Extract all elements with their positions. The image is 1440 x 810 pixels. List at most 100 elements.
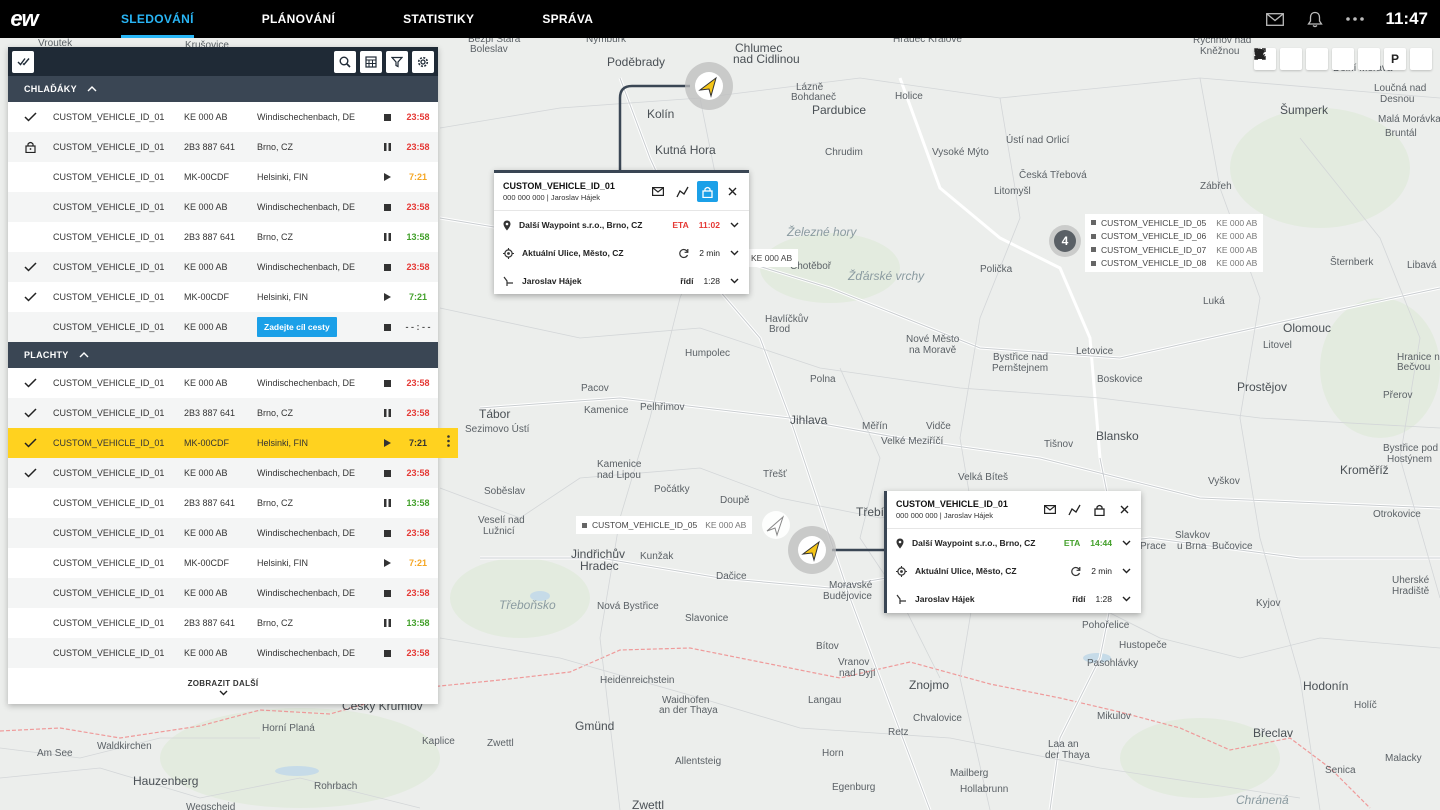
lock-icon[interactable] — [1089, 499, 1110, 520]
vehicle-row[interactable]: CUSTOM_VEHICLE_ID_01 MK-00CDF Helsinki, FI… — [8, 282, 438, 312]
settings-gear-icon[interactable] — [412, 50, 434, 73]
cluster-item[interactable]: CUSTOM_VEHICLE_ID_08 KE 000 AB — [1091, 257, 1257, 271]
map-vehicle-plate: KE 000 AB — [751, 253, 793, 263]
fuel-icon[interactable] — [1255, 48, 1380, 70]
nav-tab-planovani[interactable]: PLÁNOVÁNÍ — [262, 0, 335, 38]
bell-icon[interactable] — [1295, 0, 1335, 38]
message-icon[interactable] — [647, 181, 668, 202]
popup-header: CUSTOM_VEHICLE_ID_01 000 000 000 | Jaros… — [494, 173, 749, 211]
vehicle-row[interactable]: CUSTOM_VEHICLE_ID_01 KE 000 AB Windischech… — [8, 102, 438, 132]
vehicle-plate: MK-00CDF — [184, 438, 230, 448]
filter-icon[interactable] — [386, 50, 408, 73]
nav-tab-sprava[interactable]: SPRÁVA — [542, 0, 593, 38]
vehicle-row[interactable]: CUSTOM_VEHICLE_ID_01 KE 000 AB Windischech… — [8, 368, 438, 398]
chevron-down-icon[interactable] — [1122, 596, 1131, 602]
vehicle-05-id: CUSTOM_VEHICLE_ID_05 — [592, 520, 698, 530]
play-icon — [371, 559, 403, 567]
vehicle-id: CUSTOM_VEHICLE_ID_01 — [53, 498, 165, 508]
popup-street-row[interactable]: Aktuální Ulice, Město, CZ 2 min — [494, 239, 749, 267]
map-vehicle-05-tag[interactable]: CUSTOM_VEHICLE_ID_05 KE 000 AB — [576, 516, 753, 534]
group-header[interactable]: CHLAĎÁKY — [8, 76, 438, 102]
cluster-item[interactable]: CUSTOM_VEHICLE_ID_07 KE 000 AB — [1091, 243, 1257, 257]
cluster-count[interactable]: 4 — [1054, 232, 1076, 250]
vehicle-row[interactable]: CUSTOM_VEHICLE_ID_01 2B3 887 641 Brno, CZ 1… — [8, 488, 438, 518]
vehicle-row[interactable]: CUSTOM_VEHICLE_ID_01 2B3 887 641 Brno, CZ 2… — [8, 398, 438, 428]
map-town-label: Luká — [1203, 296, 1225, 307]
map-town-label: Senica — [1325, 765, 1356, 776]
vehicle-row[interactable]: CUSTOM_VEHICLE_ID_01 KE 000 AB Windischech… — [8, 192, 438, 222]
map-town-label: Kutná Hora — [655, 143, 716, 157]
map-town-label: Humpolec — [685, 348, 731, 359]
close-icon[interactable] — [1114, 499, 1135, 520]
chevron-down-icon[interactable] — [1122, 568, 1131, 574]
select-all-icon[interactable] — [12, 50, 34, 73]
route-icon[interactable] — [672, 181, 693, 202]
row-more-icon[interactable] — [447, 435, 450, 449]
chevron-down-icon[interactable] — [730, 250, 739, 256]
group-header[interactable]: PLACHTY — [8, 342, 438, 368]
map-town-label: Poděbrady — [607, 55, 666, 69]
vehicle-location: Brno, CZ — [257, 408, 294, 418]
pause-icon — [371, 409, 403, 417]
popup-waypoint-row[interactable]: Další Waypoint s.r.o., Brno, CZ ETA 14:4… — [887, 529, 1141, 557]
show-more-button[interactable]: ZOBRAZIT DALŠÍ — [8, 679, 438, 698]
refresh-icon[interactable] — [1070, 566, 1081, 577]
check-icon — [8, 262, 53, 272]
route-icon[interactable] — [1064, 499, 1085, 520]
popup-driver-row[interactable]: Jaroslav Hájek řídí 1:28 — [887, 585, 1141, 613]
parking-icon[interactable]: P — [1384, 48, 1406, 70]
app-logo[interactable]: ew — [0, 0, 48, 38]
popup-street-row[interactable]: Aktuální Ulice, Město, CZ 2 min — [887, 557, 1141, 585]
cluster-icon[interactable] — [1255, 48, 1354, 70]
map-vehicle-plate-tag[interactable]: KE 000 AB — [745, 249, 799, 267]
cluster-item[interactable]: CUSTOM_VEHICLE_ID_06 KE 000 AB — [1091, 230, 1257, 244]
panel-toolbar — [8, 47, 438, 76]
location-pin-icon — [896, 538, 904, 548]
vehicle-row[interactable]: CUSTOM_VEHICLE_ID_01 KE 000 AB Windischech… — [8, 458, 438, 488]
vehicle-row[interactable]: CUSTOM_VEHICLE_ID_01 2B3 887 641 Brno, CZ 1… — [8, 608, 438, 638]
chevron-down-icon[interactable] — [730, 278, 739, 284]
vehicle-row[interactable]: CUSTOM_VEHICLE_ID_01 KE 000 AB Windischech… — [8, 578, 438, 608]
vehicle-row[interactable]: CUSTOM_VEHICLE_ID_01 MK-00CDF Helsinki, FI… — [8, 548, 438, 578]
close-icon[interactable] — [722, 181, 743, 202]
map-town-label: Pacov — [581, 383, 609, 394]
vehicle-row[interactable]: CUSTOM_VEHICLE_ID_01 KE 000 AB Windischech… — [8, 252, 438, 282]
refresh-icon[interactable] — [678, 248, 689, 259]
calendar-icon[interactable] — [360, 50, 382, 73]
chevron-down-icon — [219, 690, 227, 696]
vehicle-05-plate: KE 000 AB — [705, 520, 747, 530]
list-search-icon[interactable] — [334, 50, 356, 73]
nav-tab-sledovani[interactable]: SLEDOVÁNÍ — [121, 0, 194, 38]
location-pin-icon — [503, 220, 511, 230]
lock-icon[interactable] — [697, 181, 718, 202]
mail-icon[interactable] — [1255, 0, 1295, 38]
vehicle-row[interactable]: CUSTOM_VEHICLE_ID_01 KE 000 AB Windischech… — [8, 638, 438, 668]
map-town-label: Měřín — [862, 421, 888, 432]
vehicle-time: 23:58 — [406, 528, 430, 538]
pin-icon[interactable] — [1255, 48, 1328, 70]
vehicle-row[interactable]: CUSTOM_VEHICLE_ID_01 KE 000 AB Windischech… — [8, 518, 438, 548]
map-town-label: Bečvou — [1397, 362, 1431, 373]
vehicle-row[interactable]: CUSTOM_VEHICLE_ID_01 MK-00CDF Helsinki, FI… — [8, 162, 438, 192]
vehicle-row[interactable]: CUSTOM_VEHICLE_ID_01 MK-00CDF Helsinki, FI… — [8, 428, 458, 458]
vehicle-row[interactable]: CUSTOM_VEHICLE_ID_01 2B3 887 641 Brno, CZ 2… — [8, 132, 438, 162]
chevron-down-icon[interactable] — [730, 222, 739, 228]
vehicle-plate: KE 000 AB — [184, 262, 228, 272]
vehicle-row[interactable]: CUSTOM_VEHICLE_ID_01 KE 000 AB Zadejte cíl… — [8, 312, 438, 342]
map-town-label: Šumperk — [1280, 103, 1329, 117]
top-right-tools: 11:47 — [1255, 0, 1440, 38]
chevron-up-icon[interactable] — [87, 86, 97, 92]
top-navbar: ew SLEDOVÁNÍ PLÁNOVÁNÍ STATISTIKY SPRÁVA… — [0, 0, 1440, 38]
layers-icon[interactable] — [1254, 48, 1432, 70]
message-icon[interactable] — [1039, 499, 1060, 520]
chevron-up-icon[interactable] — [79, 352, 89, 358]
popup-driver-row[interactable]: Jaroslav Hájek řídí 1:28 — [494, 267, 749, 295]
nav-tab-statistiky[interactable]: STATISTIKY — [403, 0, 474, 38]
vehicle-row[interactable]: CUSTOM_VEHICLE_ID_01 2B3 887 641 Brno, CZ 1… — [8, 222, 438, 252]
chevron-down-icon[interactable] — [1122, 540, 1131, 546]
more-dots-icon[interactable] — [1335, 0, 1375, 38]
fullscreen-icon[interactable] — [1254, 48, 1302, 70]
enter-destination-button[interactable]: Zadejte cíl cesty — [257, 317, 337, 337]
cluster-item[interactable]: CUSTOM_VEHICLE_ID_05 KE 000 AB — [1091, 216, 1257, 230]
popup-waypoint-row[interactable]: Další Waypoint s.r.o., Brno, CZ ETA 11:0… — [494, 211, 749, 239]
